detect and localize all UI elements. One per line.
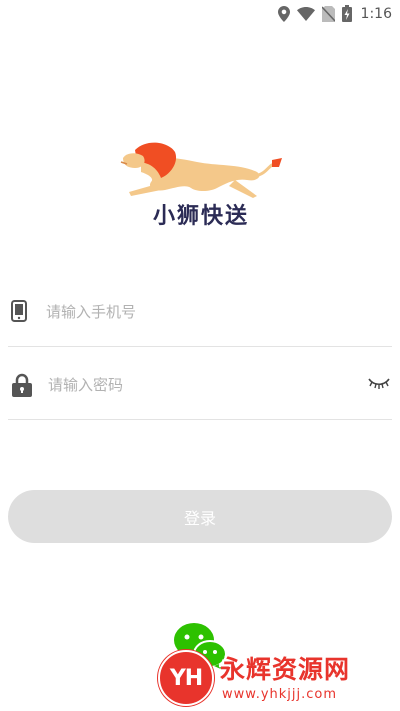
watermark-badge: YH xyxy=(158,650,214,706)
watermark-url: www.yhkjjj.com xyxy=(222,687,338,702)
status-icons: 1:16 xyxy=(277,5,392,22)
brand-logo: 小狮快送 xyxy=(117,140,287,235)
status-time: 1:16 xyxy=(360,5,392,22)
password-input[interactable] xyxy=(46,371,350,399)
battery-charging-icon xyxy=(341,5,352,22)
password-field[interactable] xyxy=(8,349,392,420)
wifi-icon xyxy=(296,6,315,21)
lock-icon xyxy=(12,373,32,397)
mobile-phone-icon xyxy=(11,300,27,322)
brand-name: 小狮快送 xyxy=(152,204,249,229)
no-sim-icon xyxy=(321,5,335,22)
phone-field[interactable] xyxy=(8,276,392,347)
login-button[interactable]: 登录 xyxy=(8,490,392,543)
phone-input[interactable] xyxy=(44,298,348,326)
running-lion-logo xyxy=(120,142,282,198)
watermark-title: 永辉资源网 xyxy=(220,655,351,684)
eye-closed-icon[interactable] xyxy=(368,376,390,390)
status-bar: 1:16 xyxy=(0,0,400,28)
location-icon xyxy=(277,5,290,22)
watermark: YH 永辉资源网 www.yhkjjj.com xyxy=(158,648,398,708)
